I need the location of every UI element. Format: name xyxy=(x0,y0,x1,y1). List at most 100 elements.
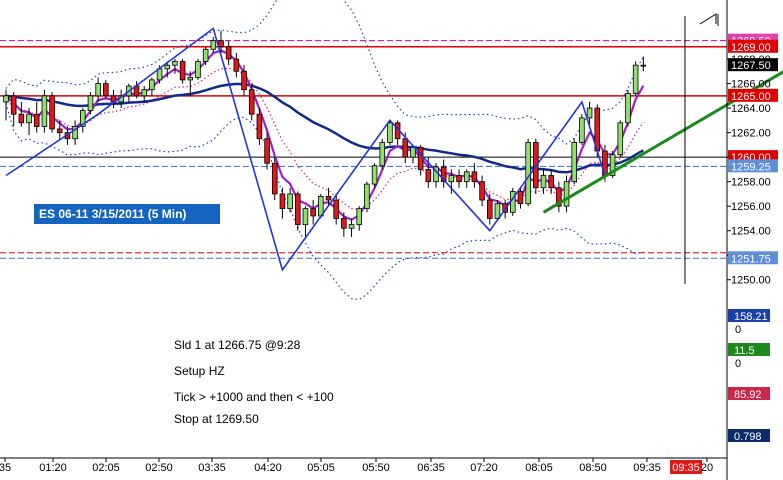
candle-body xyxy=(463,171,470,183)
x-tick-label: 20 xyxy=(701,462,713,474)
candle-body xyxy=(302,208,309,225)
candle-body xyxy=(149,79,155,91)
candle-body xyxy=(202,48,209,62)
candle-body xyxy=(56,128,63,134)
candle-body xyxy=(87,95,94,111)
x-tick-label: 02:50 xyxy=(145,462,173,474)
candle-body xyxy=(172,61,178,66)
candle-body xyxy=(341,218,347,229)
x-tick-label: 09:35 xyxy=(633,462,661,474)
x-tick-label: 07:20 xyxy=(470,462,498,474)
candle-body xyxy=(10,95,17,115)
candle-body xyxy=(617,122,624,156)
candle-body xyxy=(3,95,9,103)
candle-body xyxy=(417,146,424,170)
candle-body xyxy=(287,193,293,210)
candle-body xyxy=(348,224,355,229)
upper-band xyxy=(5,0,644,145)
candle-body xyxy=(448,175,455,183)
current-time-label: 09:35 xyxy=(672,462,700,474)
candle-body xyxy=(540,175,547,189)
candle-body xyxy=(494,203,501,219)
candle-body xyxy=(164,64,171,70)
candle-body xyxy=(103,83,109,97)
note-sold: Sld 1 at 1266.75 @9:28 xyxy=(174,338,301,352)
indicator-value: 11.5 xyxy=(734,345,755,357)
chart-canvas: 1250.001252.001254.001256.001258.001260.… xyxy=(0,0,783,480)
candle-body xyxy=(548,175,554,189)
candle-body xyxy=(179,61,186,81)
y-tick-label: 1258.00 xyxy=(731,177,771,189)
y-tick-label: 1254.00 xyxy=(731,226,771,238)
candle-body xyxy=(563,181,570,207)
candle-body xyxy=(356,208,362,225)
fast-average-line xyxy=(5,49,645,221)
candle-body xyxy=(26,113,32,124)
candle-body xyxy=(241,70,247,91)
candle-body xyxy=(18,113,25,124)
candle-body xyxy=(579,117,585,143)
indicator-zero: 0 xyxy=(735,358,741,370)
indicator-zero: 0 xyxy=(735,324,741,336)
candle-body xyxy=(625,92,631,124)
candle-body xyxy=(632,64,639,94)
candle-body xyxy=(49,95,55,130)
chart-title: ES 06-11 3/15/2011 (5 Min) xyxy=(34,204,220,224)
candle-body xyxy=(571,142,577,183)
collapse-icon xyxy=(699,13,719,26)
candle-body xyxy=(264,138,270,164)
candle-body xyxy=(141,89,147,97)
candle-body xyxy=(271,162,278,195)
candle-body xyxy=(387,122,393,143)
candle-body xyxy=(256,113,263,140)
candle-body xyxy=(364,183,370,210)
candle-body xyxy=(456,175,462,183)
moving-averages xyxy=(5,49,645,221)
candle-body xyxy=(402,138,409,158)
x-tick-label: 08:05 xyxy=(525,462,553,474)
candle-body xyxy=(325,195,332,201)
candle-body xyxy=(479,181,485,201)
candle-body xyxy=(225,46,232,60)
indicator-value: 85.92 xyxy=(734,389,762,401)
slow-average-line xyxy=(5,82,644,174)
price-badge-label: 1251.75 xyxy=(731,253,771,265)
candle-body xyxy=(333,199,339,219)
y-tick-label: 1264.00 xyxy=(731,103,771,115)
x-tick-label: 05:05 xyxy=(307,462,335,474)
x-tick-label: 04:20 xyxy=(254,462,282,474)
x-tick-label: 03:35 xyxy=(198,462,226,474)
x-tick-label: 06:35 xyxy=(417,462,445,474)
candle-body xyxy=(486,199,493,219)
y-tick-label: 1250.00 xyxy=(731,275,771,287)
candle-body xyxy=(195,61,201,78)
candle-body xyxy=(640,64,647,67)
candle-body xyxy=(586,107,593,119)
candle-body xyxy=(210,40,217,50)
indicator-value: 158.21 xyxy=(734,311,768,323)
candle-body xyxy=(295,193,301,225)
price-badge-label: 1259.25 xyxy=(731,161,771,173)
candle-body xyxy=(95,83,101,97)
price-badge-label: 1267.50 xyxy=(731,60,771,72)
candle-body xyxy=(371,165,378,185)
candle-body xyxy=(218,40,224,48)
price-badge-label: 1265.00 xyxy=(731,91,771,103)
x-tick-label: 01:20 xyxy=(39,462,67,474)
y-tick-label: 1262.00 xyxy=(731,128,771,140)
x-tick-label: 02:05 xyxy=(92,462,120,474)
candle-body xyxy=(248,89,255,115)
candle-body xyxy=(187,77,194,81)
note-tick: Tick > +1000 and then < +100 xyxy=(174,390,334,404)
candle-body xyxy=(310,208,316,217)
indicator-panels: 158.21011.5085.920.798 xyxy=(728,309,770,443)
candle-body xyxy=(425,168,432,183)
candle-body xyxy=(471,171,478,183)
indicator-value: 0.798 xyxy=(734,431,762,443)
candle-body xyxy=(41,95,48,127)
x-tick-label: 35 xyxy=(0,462,11,474)
time-axis: 35 01:20 02:05 02:50 03:35 04:20 05:05 05:50 06:… xyxy=(0,457,727,474)
note-setup: Setup HZ xyxy=(174,364,225,378)
candle-body xyxy=(517,191,524,205)
candle-body xyxy=(525,142,531,205)
